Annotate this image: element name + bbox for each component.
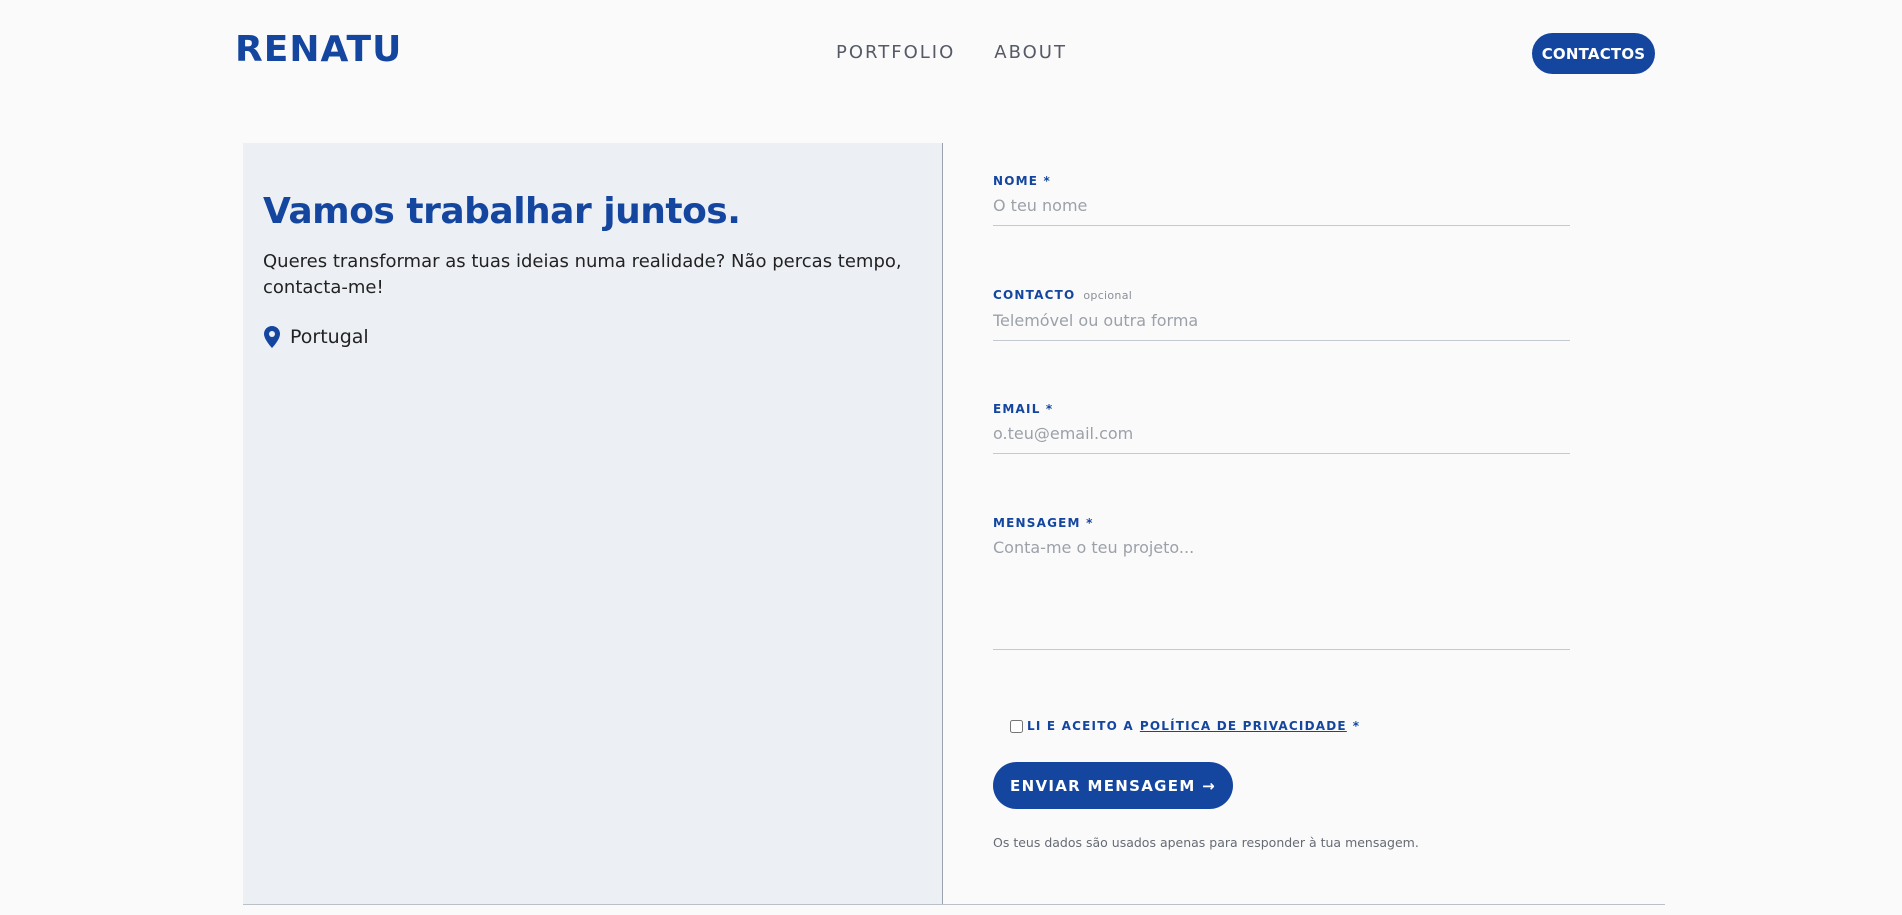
optional-tag: opcional [1083, 289, 1133, 302]
location: Portugal [263, 326, 369, 348]
email-label: EMAIL * [993, 402, 1054, 416]
contacts-button[interactable]: CONTACTOS [1532, 33, 1655, 74]
contact-field-group: CONTACTO opcional [993, 288, 1570, 341]
name-field-group: NOME * [993, 174, 1570, 226]
message-label: MENSAGEM * [993, 516, 1094, 530]
intro-panel: Vamos trabalhar juntos. Queres transform… [243, 143, 943, 905]
contact-label-text: CONTACTO [993, 288, 1076, 302]
consent-prefix: LI E ACEITO A [1027, 719, 1134, 733]
email-field-group: EMAIL * [993, 402, 1570, 454]
privacy-note: Os teus dados são usados apenas para res… [993, 835, 1419, 850]
name-input[interactable] [993, 188, 1570, 226]
privacy-checkbox[interactable] [1010, 719, 1023, 733]
intro-text: Queres transformar as tuas ideias numa r… [263, 251, 902, 298]
name-label: NOME * [993, 174, 1052, 188]
email-input[interactable] [993, 416, 1570, 454]
message-field-group: MENSAGEM * [993, 516, 1570, 650]
contact-label: CONTACTO opcional [993, 288, 1570, 303]
privacy-policy-link[interactable]: POLÍTICA DE PRIVACIDADE [1140, 719, 1347, 733]
location-label: Portugal [290, 326, 369, 348]
logo[interactable]: RENATU [235, 30, 402, 70]
message-textarea[interactable] [993, 530, 1570, 650]
divider [243, 904, 1665, 905]
privacy-consent[interactable]: LI E ACEITO A POLÍTICA DE PRIVACIDADE * [1010, 719, 1360, 733]
main-nav: PORTFOLIO ABOUT [836, 41, 1067, 65]
contact-input[interactable] [993, 303, 1570, 341]
send-message-button[interactable]: ENVIAR MENSAGEM → [993, 762, 1233, 809]
nav-portfolio[interactable]: PORTFOLIO [836, 41, 955, 65]
nav-about[interactable]: ABOUT [994, 41, 1067, 65]
site-header: RENATU PORTFOLIO ABOUT CONTACTOS [0, 0, 1902, 106]
map-pin-icon [263, 326, 281, 348]
consent-required-mark: * [1352, 719, 1361, 733]
page-title: Vamos trabalhar juntos. [263, 191, 741, 232]
